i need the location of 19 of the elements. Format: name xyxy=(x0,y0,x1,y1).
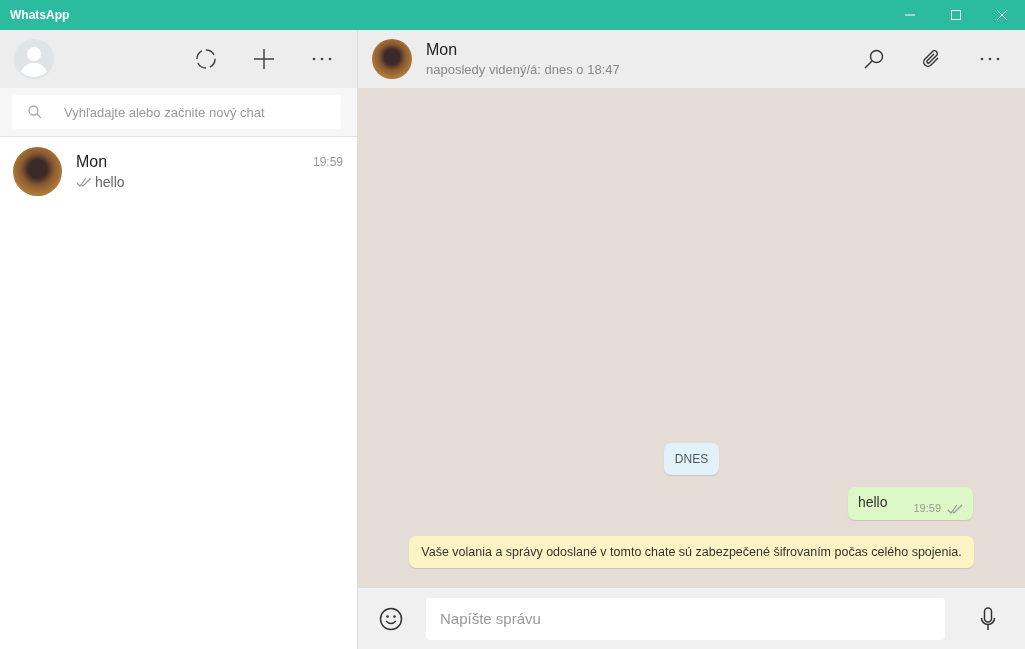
window-title: WhatsApp xyxy=(10,8,71,22)
date-label: DNES xyxy=(663,443,720,475)
contact-name: Mon xyxy=(426,41,459,59)
chat-time: 19:59 xyxy=(312,155,343,169)
message-time: 19:59 xyxy=(913,502,941,514)
double-check-icon xyxy=(76,177,92,187)
double-check-icon xyxy=(947,504,963,514)
contact-name: Mon xyxy=(76,153,109,171)
message-input-field[interactable]: Napíšte správu xyxy=(426,597,945,640)
close-icon[interactable] xyxy=(997,10,1007,20)
contact-avatar xyxy=(13,147,62,196)
last-seen-status: naposledy videný/á: dnes o 18:47 xyxy=(426,62,620,77)
search-icon xyxy=(28,105,42,119)
contact-avatar[interactable] xyxy=(372,39,412,79)
encryption-notice: Vaše volania a správy odoslané v tomto chate sú zabezpečené šifrovaním počas celého spojenia. xyxy=(409,536,974,568)
message-text: hello xyxy=(857,494,888,510)
maximize-icon[interactable] xyxy=(951,10,961,20)
message-preview: hello xyxy=(95,174,125,190)
search-field[interactable]: Vyhľadajte alebo začnite nový chat xyxy=(12,95,341,129)
